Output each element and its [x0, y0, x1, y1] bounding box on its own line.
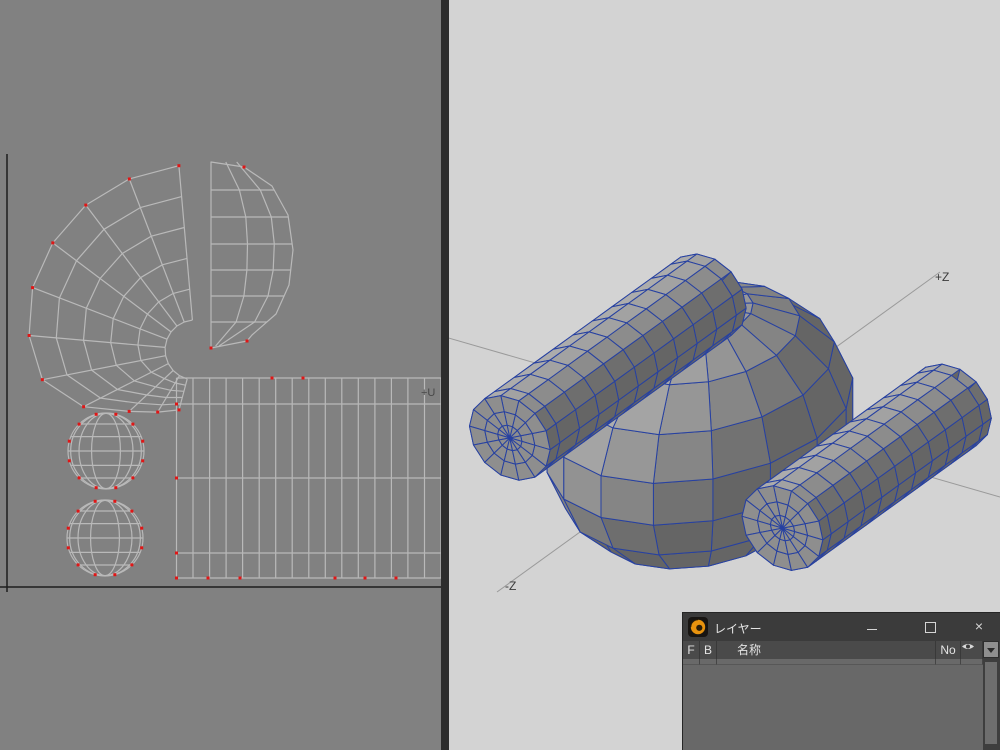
metasequoia-window: +U +Z -Z レイヤー × F B 名称 No — [0, 0, 1000, 750]
chevron-down-icon — [987, 648, 995, 657]
empty-cell — [961, 659, 983, 665]
layer-panel-title: レイヤー — [714, 620, 762, 637]
empty-cell — [936, 659, 961, 665]
column-header-back[interactable]: B — [700, 641, 717, 659]
column-header-front[interactable]: F — [683, 641, 700, 659]
close-button[interactable]: × — [970, 619, 988, 635]
scrollbar[interactable] — [983, 641, 1000, 750]
uv-editor-canvas[interactable]: +U — [0, 0, 441, 750]
panel-divider[interactable] — [441, 0, 449, 750]
layer-row-partial[interactable] — [683, 659, 983, 665]
column-options-button[interactable] — [983, 641, 999, 658]
layer-list — [683, 659, 983, 665]
metasequoia-app-icon — [688, 617, 708, 637]
column-header-no[interactable]: No — [936, 641, 961, 659]
layer-panel-window: レイヤー × F B 名称 No — [683, 613, 1000, 750]
column-header-name[interactable]: 名称 — [717, 641, 936, 659]
scrollbar-thumb[interactable] — [985, 662, 997, 744]
empty-cell — [683, 659, 700, 665]
layer-list-header: F B 名称 No — [683, 641, 983, 659]
minimize-button[interactable] — [863, 619, 881, 635]
z-axis-negative-label: -Z — [505, 579, 516, 593]
minimize-icon — [867, 629, 877, 630]
maximize-button[interactable] — [921, 619, 939, 635]
layer-panel-titlebar[interactable]: レイヤー × — [683, 613, 1000, 641]
uv-editor-panel[interactable]: +U — [0, 0, 441, 750]
empty-cell — [700, 659, 717, 665]
maximize-icon — [925, 622, 936, 633]
z-axis-positive-label: +Z — [935, 270, 949, 284]
u-axis-label: +U — [421, 387, 435, 399]
visibility-eye-icon[interactable] — [961, 641, 983, 659]
empty-cell — [717, 659, 936, 665]
